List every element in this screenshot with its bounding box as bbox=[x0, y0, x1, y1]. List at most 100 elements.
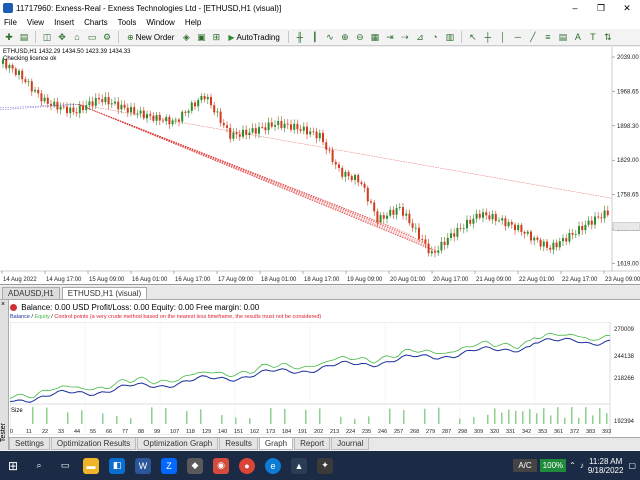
candle-body bbox=[597, 216, 600, 218]
candle-body bbox=[587, 220, 590, 225]
new-order-label: New Order bbox=[135, 32, 175, 42]
store-icon[interactable]: ◧ bbox=[109, 457, 125, 474]
candle-body bbox=[210, 96, 212, 106]
graph-x-label: 184 bbox=[282, 429, 291, 435]
zoom-indicator[interactable]: 100% bbox=[539, 459, 567, 472]
text-label-icon[interactable]: T bbox=[587, 31, 599, 43]
file-explorer-icon[interactable]: ▬ bbox=[83, 457, 99, 474]
candlestick-icon[interactable]: ┃ bbox=[309, 31, 321, 43]
profiles-icon[interactable]: ▤ bbox=[18, 31, 30, 43]
zalo-icon[interactable]: Z bbox=[161, 457, 177, 474]
zoom-out-icon[interactable]: ⊖ bbox=[354, 31, 366, 43]
new-order-button[interactable]: ⊕ New Order bbox=[124, 30, 177, 44]
templates-icon[interactable]: ▥ bbox=[444, 31, 456, 43]
candle-body bbox=[98, 98, 100, 100]
menu-file[interactable]: File bbox=[4, 18, 17, 27]
clock-time: 11:28 AM bbox=[589, 456, 623, 466]
graph-y-label: 270009 bbox=[614, 327, 635, 333]
word-icon[interactable]: W bbox=[135, 457, 151, 474]
candle-body bbox=[82, 105, 84, 111]
metatrader-icon[interactable]: ▲ bbox=[291, 457, 307, 474]
data-window-icon[interactable]: ✥ bbox=[56, 31, 68, 43]
tray-network-icon[interactable]: ⌃ bbox=[569, 461, 576, 470]
graph-grid bbox=[9, 321, 611, 436]
vertical-line-icon[interactable]: │ bbox=[497, 31, 509, 43]
menu-charts[interactable]: Charts bbox=[84, 18, 108, 27]
graph-x-label: 151 bbox=[234, 429, 243, 435]
new-chart-icon[interactable]: ✚ bbox=[3, 31, 15, 43]
indicators-icon[interactable]: ⊿ bbox=[414, 31, 426, 43]
terminal-icon[interactable]: ▭ bbox=[86, 31, 98, 43]
size-bar bbox=[424, 408, 426, 424]
size-bar bbox=[354, 418, 356, 424]
menu-view[interactable]: View bbox=[27, 18, 44, 27]
crosshair-icon[interactable]: ┼ bbox=[482, 31, 494, 43]
tab-journal[interactable]: Journal bbox=[331, 438, 370, 450]
chart-shift-icon[interactable]: ⇥ bbox=[384, 31, 396, 43]
close-icon[interactable]: × bbox=[1, 301, 5, 308]
chrome-icon[interactable]: ● bbox=[239, 457, 255, 474]
zoom-in-icon[interactable]: ⊕ bbox=[339, 31, 351, 43]
chart-tab-adausd[interactable]: ADAUSD,H1 bbox=[2, 287, 60, 299]
price-label: 1968.65 bbox=[617, 89, 639, 95]
candle-body bbox=[254, 128, 257, 134]
cursor-icon[interactable]: ↖ bbox=[467, 31, 479, 43]
edge-icon[interactable]: e bbox=[265, 457, 281, 474]
menu-help[interactable]: Help bbox=[185, 18, 201, 27]
tab-optimization-graph[interactable]: Optimization Graph bbox=[137, 438, 219, 450]
tile-windows-icon[interactable]: ▦ bbox=[369, 31, 381, 43]
candle-body bbox=[533, 237, 536, 241]
bar-chart-icon[interactable]: ╫ bbox=[294, 31, 306, 43]
menu-window[interactable]: Window bbox=[146, 18, 174, 27]
ac-label[interactable]: A/C bbox=[513, 459, 537, 472]
navigator-icon[interactable]: ⌂ bbox=[71, 31, 83, 43]
close-button[interactable]: ✕ bbox=[614, 3, 640, 14]
price-chart-canvas[interactable]: 2039.001968.651898.301829.001758.651689.… bbox=[0, 47, 640, 302]
notifications-icon[interactable]: ▢ bbox=[628, 461, 636, 470]
minimize-button[interactable]: – bbox=[562, 3, 588, 13]
task-view-icon[interactable]: ▭ bbox=[57, 458, 73, 474]
arrows-icon[interactable]: ⇅ bbox=[602, 31, 614, 43]
candle-body bbox=[267, 122, 270, 131]
tab-report[interactable]: Report bbox=[294, 438, 331, 450]
metaeditor-icon[interactable]: ◈ bbox=[180, 31, 192, 43]
line-chart-icon[interactable]: ∿ bbox=[324, 31, 336, 43]
tray-volume-icon[interactable]: ♪ bbox=[580, 461, 584, 470]
strategy-tester-icon[interactable]: ⚙ bbox=[101, 31, 113, 43]
chart-tab-ethusd[interactable]: ETHUSD,H1 (visual) bbox=[61, 287, 148, 299]
market-watch-icon[interactable]: ◫ bbox=[41, 31, 53, 43]
candle-body bbox=[450, 233, 452, 238]
candle-body bbox=[443, 241, 446, 245]
tester-summary: Balance: 0.00 USD Profit/Loss: 0.00 Equi… bbox=[10, 303, 259, 312]
maximize-button[interactable]: ❐ bbox=[588, 3, 614, 14]
candle-body bbox=[408, 213, 411, 224]
balance-graph[interactable]: 270009 244138 218266 192394 0 11 22 33 44 55 66 77… bbox=[9, 321, 640, 436]
app-icon-3[interactable]: ✦ bbox=[317, 457, 333, 474]
trendline-icon[interactable]: ╱ bbox=[527, 31, 539, 43]
candle-body bbox=[11, 65, 14, 69]
app-icon-2[interactable]: ◉ bbox=[213, 457, 229, 474]
app-icon-1[interactable]: ◆ bbox=[187, 457, 203, 474]
balance-graph-canvas[interactable]: 270009 244138 218266 192394 0 11 22 33 44 55 66 77… bbox=[9, 321, 640, 436]
tab-results[interactable]: Results bbox=[219, 438, 258, 450]
fibonacci-icon[interactable]: ▤ bbox=[557, 31, 569, 43]
chart-window-icon[interactable]: ▣ bbox=[195, 31, 207, 43]
graph-x-label: 173 bbox=[266, 429, 275, 435]
equidistant-channel-icon[interactable]: ≡ bbox=[542, 31, 554, 43]
tab-settings[interactable]: Settings bbox=[9, 438, 50, 450]
horizontal-line-icon[interactable]: ─ bbox=[512, 31, 524, 43]
autoscroll-icon[interactable]: ⇢ bbox=[399, 31, 411, 43]
menu-insert[interactable]: Insert bbox=[54, 18, 74, 27]
autotrading-button[interactable]: ▶ AutoTrading bbox=[225, 30, 282, 44]
tab-graph[interactable]: Graph bbox=[258, 438, 294, 450]
search-icon[interactable]: ⌕ bbox=[31, 458, 47, 474]
candle-body bbox=[398, 207, 401, 209]
clock[interactable]: 11:28 AM 9/18/2022 bbox=[588, 457, 624, 475]
signals-icon[interactable]: ⊞ bbox=[210, 31, 222, 43]
text-icon[interactable]: A bbox=[572, 31, 584, 43]
menu-tools[interactable]: Tools bbox=[118, 18, 137, 27]
price-chart[interactable]: 2039.001968.651898.301829.001758.651689.… bbox=[0, 47, 640, 302]
windows-start-icon[interactable]: ⊞ bbox=[5, 458, 21, 474]
periods-icon[interactable]: ◔ bbox=[429, 31, 441, 43]
tab-optimization-results[interactable]: Optimization Results bbox=[50, 438, 137, 450]
